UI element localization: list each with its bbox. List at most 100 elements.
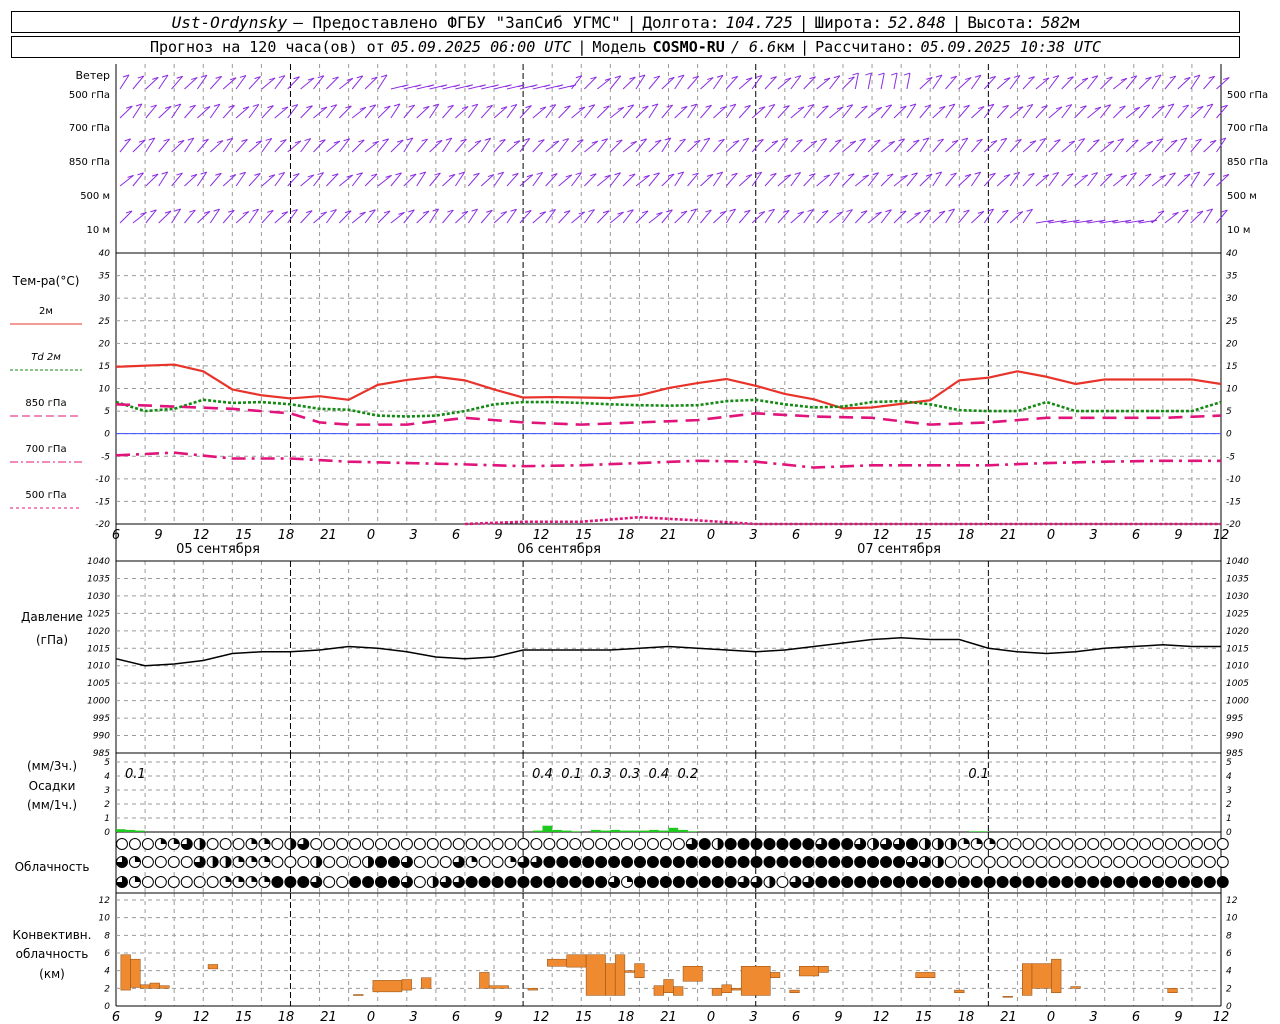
wind-barb-staff: [171, 103, 182, 119]
wind-barb: [403, 173, 417, 187]
pressure-y-tick-right: 995: [1226, 714, 1243, 724]
conv-bar: [1002, 996, 1013, 998]
wind-barb: [725, 75, 738, 90]
cloud-symbol: [1009, 856, 1022, 868]
temp-y-tick: 20: [99, 339, 111, 349]
wind-barb-staff: [893, 72, 898, 90]
wind-barb: [816, 77, 831, 90]
wind-barb-staff: [197, 210, 211, 224]
wind-barb-staff: [416, 210, 430, 224]
wind-barb-staff: [867, 72, 872, 90]
wind-barb: [609, 75, 622, 90]
precip-3h-label: 0.4: [532, 767, 553, 782]
cloud-symbol: [1190, 856, 1203, 868]
wind-barb: [854, 138, 867, 153]
precip-bar: [629, 830, 640, 832]
temp-x-tick-label: 12: [1213, 528, 1230, 543]
wind-barb: [674, 210, 688, 224]
wind-barb: [635, 174, 650, 187]
precip-y-tick-right: 2: [1226, 800, 1232, 810]
wind-barb: [287, 140, 302, 153]
wind-barb: [545, 173, 558, 187]
wind-barb: [184, 173, 198, 187]
cloud-symbol-fill: [432, 876, 439, 888]
wind-level-label: 10 м: [87, 225, 110, 236]
cloud-symbol-fill: [627, 876, 633, 882]
wind-barb: [455, 210, 469, 224]
cloud-symbol: [491, 838, 504, 850]
wind-barb-staff: [519, 174, 534, 187]
conv-x-tick-label: 9: [154, 1010, 162, 1024]
cloud-symbol: [413, 876, 426, 888]
cloud-symbol: [621, 838, 634, 850]
temp-x-tick-label: 6: [1132, 528, 1140, 543]
wind-barb: [1190, 210, 1204, 224]
wind-barb-flag: [903, 72, 911, 76]
wind-barb: [1177, 209, 1189, 224]
wind-barb: [429, 208, 440, 224]
wind-barb: [648, 75, 661, 90]
wind-barb-flag: [890, 72, 898, 76]
wind-barb: [119, 174, 134, 187]
wind-barb-staff: [932, 105, 946, 119]
precip-y-tick: 4: [104, 772, 110, 782]
cloud-symbol: [1113, 856, 1126, 868]
cloud-symbol: [634, 876, 646, 888]
wind-barb: [196, 74, 208, 90]
wind-barb: [596, 174, 611, 187]
cloud-symbol: [569, 856, 582, 868]
wind-barb: [687, 75, 700, 90]
cloud-symbol: [685, 856, 698, 868]
wind-barb: [854, 105, 868, 119]
wind-level-label: 700 гПа: [69, 123, 110, 134]
wind-barb: [854, 210, 868, 224]
temp-series-solid: [115, 363, 1222, 410]
cloud-symbol-fill: [937, 838, 944, 850]
temp-y-tick: 35: [99, 272, 111, 282]
wind-barb: [816, 138, 828, 153]
cloud-symbol-fill: [316, 856, 322, 868]
cloud-symbol-fill: [290, 838, 296, 850]
wind-barb: [338, 210, 352, 224]
wind-barb-staff: [596, 77, 612, 90]
cloud-symbol: [1022, 876, 1035, 888]
forecast-prefix: Прогноз на 120 часа(ов) от: [149, 38, 385, 56]
wind-barb: [209, 75, 222, 90]
wind-barb: [648, 211, 663, 224]
cloud-symbol: [154, 856, 167, 868]
wind-barb: [713, 210, 727, 224]
wind-barb: [532, 211, 547, 224]
wind-barb-staff: [184, 77, 198, 90]
sep: |: [626, 12, 637, 32]
wind-barb: [1100, 104, 1112, 119]
cloud-symbol: [1203, 876, 1216, 888]
meteogram: 6 9 12 15 18 21 0 3 6 9 12 15 18 21 0 3 6 9 12 15 18 21 0 3 6 9 12…: [10, 64, 1268, 1024]
wind-barb-staff: [945, 103, 956, 119]
temp-x-tick-label: 21: [320, 528, 337, 543]
precip-bar: [649, 829, 659, 832]
wind-barb-staff: [635, 74, 646, 90]
wind-barb-staff: [932, 171, 943, 187]
conv-x-tick-label: 0: [1047, 1010, 1055, 1024]
wind-barb-staff: [996, 77, 1011, 90]
wind-barb-staff: [493, 211, 508, 224]
wind-barb: [261, 209, 274, 224]
cloud-symbol: [880, 856, 893, 868]
cloud-symbol: [1113, 838, 1126, 850]
wind-barb-staff: [429, 139, 443, 153]
wind-barb-staff: [803, 140, 818, 153]
cloud-symbol: [893, 856, 905, 868]
cloud-symbol: [983, 856, 996, 868]
conv-bar: [130, 958, 141, 988]
wind-barb-staff: [609, 106, 625, 119]
wind-barb: [235, 106, 250, 119]
wind-barb: [300, 77, 315, 90]
wind-barb: [893, 210, 907, 224]
wind-barb: [145, 76, 159, 90]
pressure-y-tick-right: 1035: [1226, 574, 1249, 584]
wind-barb: [261, 105, 274, 119]
precip-bar: [561, 830, 572, 832]
wind-barb: [803, 140, 818, 153]
wind-barb: [1164, 103, 1175, 119]
conv-x-tick-label: 6: [452, 1010, 460, 1024]
